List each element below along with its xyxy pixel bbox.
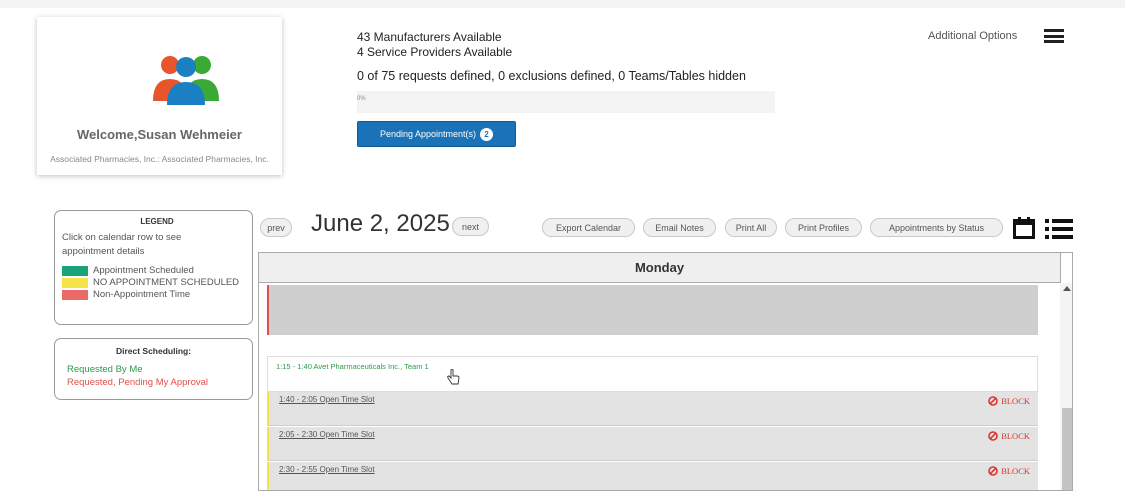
block-label: BLOCK [1001,431,1030,441]
legend-swatch [62,265,88,276]
slot-link[interactable]: 2:05 - 2:30 Open Time Slot [279,430,375,439]
print-profiles-button[interactable]: Print Profiles [785,218,862,237]
legend-item-no-appointment: NO APPOINTMENT SCHEDULED [62,277,252,288]
calendar-scrollbar[interactable] [1060,283,1072,490]
appointments-by-status-button[interactable]: Appointments by Status [870,218,1003,237]
block-icon [988,396,998,406]
block-button[interactable]: BLOCK [988,466,1030,476]
block-icon [988,431,998,441]
print-all-button[interactable]: Print All [725,218,777,237]
appointment-text: 1:15 - 1:40 Avet Pharmaceuticals Inc., T… [276,362,429,371]
direct-scheduling-title: Direct Scheduling: [115,346,192,356]
legend-swatch [62,289,88,300]
prev-button[interactable]: prev [260,218,292,237]
scroll-thumb[interactable] [1062,408,1072,490]
block-button[interactable]: BLOCK [988,431,1030,441]
providers-count: 4 Service Providers Available [357,45,513,59]
legend-item-non-appointment: Non-Appointment Time [62,289,252,300]
manufacturers-count: 43 Manufacturers Available [357,30,502,44]
day-header: Monday [259,253,1060,283]
scroll-up-arrow[interactable] [1063,286,1071,291]
block-label: BLOCK [1001,396,1030,406]
open-time-slot[interactable]: 2:30 - 2:55 Open Time Slot BLOCK [267,462,1038,490]
calendar-grid: Monday 1:15 - 1:40 Avet Pharmaceuticals … [258,252,1073,491]
current-date: June 2, 2025 [311,210,450,237]
pending-approval-link[interactable]: Requested, Pending My Approval [67,377,252,388]
next-button[interactable]: next [452,217,489,236]
slot-link[interactable]: 1:40 - 2:05 Open Time Slot [279,395,375,404]
header-scroll-spacer [1060,253,1072,283]
legend-panel: LEGEND Click on calendar row to see appo… [54,210,253,325]
legend-title: LEGEND [140,217,174,226]
slot-link[interactable]: 2:30 - 2:55 Open Time Slot [279,465,375,474]
non-appointment-block[interactable] [267,285,1038,335]
pending-count-badge: 2 [480,127,494,141]
requested-by-me-link[interactable]: Requested By Me [67,364,252,375]
hamburger-menu-icon[interactable] [1044,29,1064,43]
list-view-icon[interactable] [1045,218,1073,240]
legend-hint: Click on calendar row to see appointment… [62,232,182,257]
hand-pointer-icon [447,369,460,385]
export-calendar-button[interactable]: Export Calendar [542,218,635,237]
block-label: BLOCK [1001,466,1030,476]
requests-summary: 0 of 75 requests defined, 0 exclusions d… [357,69,746,83]
open-time-slot[interactable]: 1:40 - 2:05 Open Time Slot BLOCK [267,392,1038,426]
pending-appointments-button[interactable]: Pending Appointment(s) 2 [357,121,516,147]
welcome-text: Welcome,Susan Wehmeier [77,127,242,142]
pending-appointments-label: Pending Appointment(s) [379,129,477,139]
progress-bar [357,91,775,113]
legend-swatch [62,277,88,288]
direct-scheduling-panel: Direct Scheduling: Requested By Me Reque… [54,338,253,400]
legend-label: Non-Appointment Time [93,289,191,300]
appointment-row[interactable]: 1:15 - 1:40 Avet Pharmaceuticals Inc., T… [267,356,1038,392]
profile-card: Welcome,Susan Wehmeier Associated Pharma… [37,17,282,175]
email-notes-button[interactable]: Email Notes [643,218,716,237]
company-name: Associated Pharmacies, Inc.: Associated … [50,154,269,164]
legend-label: Appointment Scheduled [93,265,194,276]
top-band [0,0,1125,8]
calendar-icon[interactable] [1013,217,1035,239]
progress-label: 0% [357,96,366,102]
block-icon [988,466,998,476]
open-time-slot[interactable]: 2:05 - 2:30 Open Time Slot BLOCK [267,427,1038,461]
legend-label: NO APPOINTMENT SCHEDULED [93,277,240,288]
legend-item-scheduled: Appointment Scheduled [62,265,252,276]
block-button[interactable]: BLOCK [988,396,1030,406]
users-group-icon [151,51,221,107]
additional-options-link[interactable]: Additional Options [928,30,1017,42]
